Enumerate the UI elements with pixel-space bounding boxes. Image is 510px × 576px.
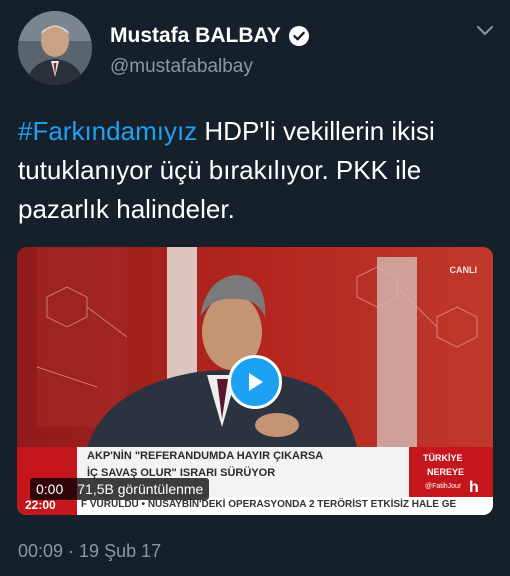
play-icon xyxy=(249,373,263,391)
tweet-timestamp[interactable]: 00:09 · 19 Şub 17 xyxy=(18,541,161,562)
chevron-down-icon[interactable] xyxy=(476,24,494,38)
author-name[interactable]: Mustafa BALBAY xyxy=(110,24,281,48)
video-elapsed: 0:00 xyxy=(36,481,64,497)
author-avatar[interactable] xyxy=(18,11,92,85)
verified-badge-icon xyxy=(288,26,309,46)
author-handle[interactable]: @mustafabalbay xyxy=(110,56,253,78)
news-ticker: F VURULDU • NUSAYBİN'DEKİ OPERASYONDA 2 … xyxy=(81,499,457,510)
play-button[interactable] xyxy=(228,355,282,409)
video-views: 71,5B görüntülenme xyxy=(77,481,204,497)
presenter-tag: @FatihJour xyxy=(425,483,462,490)
channel-logo: h xyxy=(469,479,479,496)
hashtag-link[interactable]: #Farkındamıyız xyxy=(18,116,197,146)
program-line-1: TÜRKİYE xyxy=(423,453,463,463)
tweet-text: #Farkındamıyız HDP'li vekillerin ikisi t… xyxy=(18,112,493,229)
clock: 22:00 xyxy=(25,498,56,512)
author-name-row[interactable]: Mustafa BALBAY xyxy=(110,24,309,48)
live-label: CANLI xyxy=(449,265,478,275)
avatar-image xyxy=(18,11,92,85)
headline-line-1: AKP'NİN "REFERANDUMDA HAYIR ÇIKARSA xyxy=(87,450,324,462)
program-line-2: NEREYE xyxy=(427,467,465,477)
video-meta-bar: 0:00 71,5B görüntülenme xyxy=(30,478,210,500)
